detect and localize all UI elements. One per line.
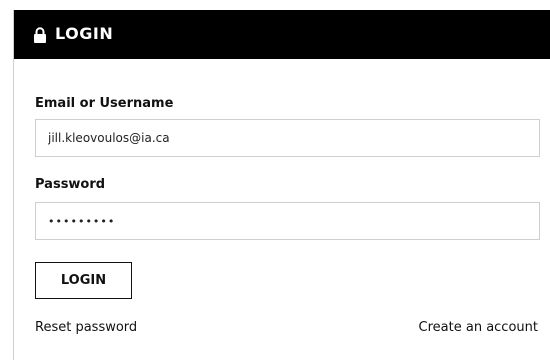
lock-icon (33, 27, 47, 43)
login-button[interactable]: LOGIN (35, 262, 132, 299)
email-field[interactable] (35, 119, 540, 157)
reset-password-link[interactable]: Reset password (35, 320, 137, 336)
create-account-link[interactable]: Create an account (419, 320, 538, 336)
password-field[interactable] (35, 202, 540, 240)
login-header: LOGIN (14, 10, 550, 59)
login-panel: LOGIN Email or Username Password LOGIN R… (13, 10, 550, 360)
email-label: Email or Username (35, 96, 174, 111)
login-title: LOGIN (55, 24, 114, 43)
password-label: Password (35, 177, 106, 192)
